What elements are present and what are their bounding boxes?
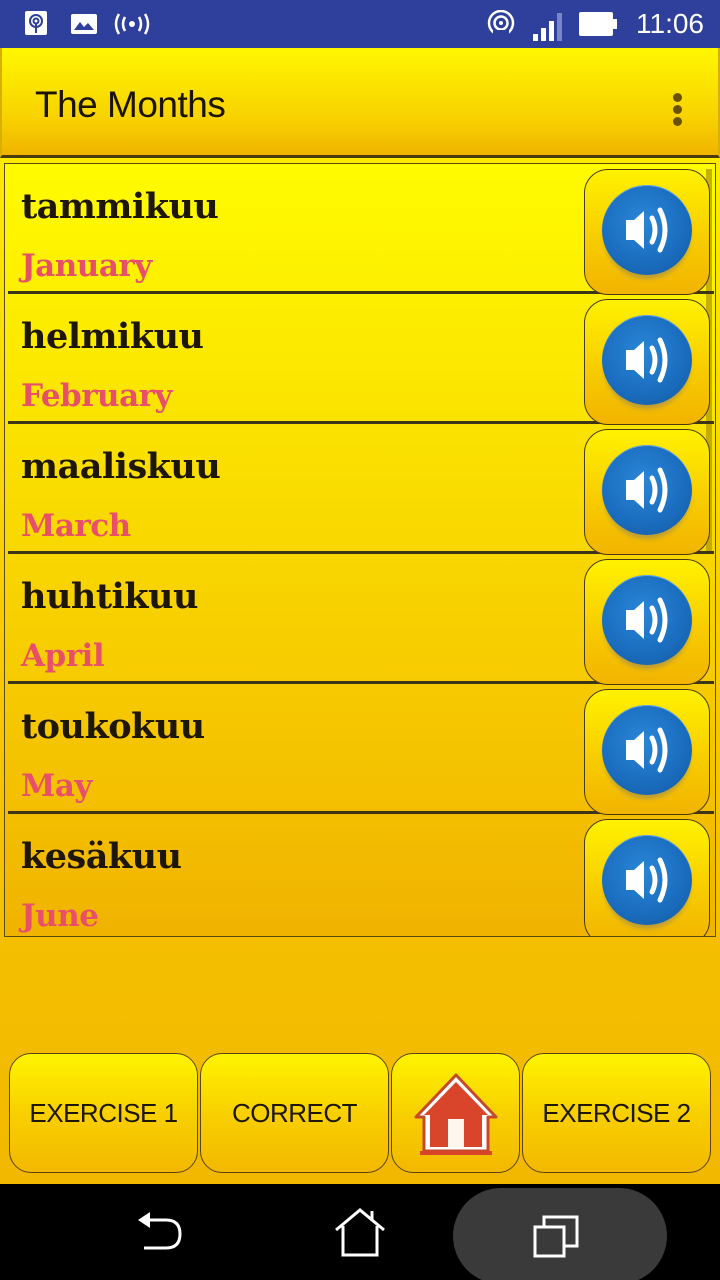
clock: 11:06: [636, 8, 704, 39]
page-title: The Months: [35, 84, 226, 125]
list-item: tammikuu January: [8, 164, 714, 295]
finnish-word: maaliskuu: [21, 446, 221, 487]
play-sound-button[interactable]: [584, 169, 710, 295]
finnish-word: helmikuu: [21, 316, 204, 357]
english-translation: May: [21, 768, 92, 804]
signal-icon: [533, 13, 562, 41]
nfc-icon: [25, 11, 47, 35]
finnish-word: kesäkuu: [21, 836, 182, 877]
speaker-icon: [626, 597, 668, 643]
battery-icon: [579, 12, 617, 36]
speaker-icon: [626, 467, 668, 513]
bottom-toolbar: EXERCISE 1 CORRECT EXERCISE 2: [0, 1051, 720, 1173]
speaker-icon: [626, 337, 668, 383]
image-icon: [71, 14, 97, 34]
play-sound-button[interactable]: [584, 429, 710, 555]
hotspot-icon: [487, 10, 515, 38]
status-bar: 11:06: [0, 0, 720, 48]
list-item: huhtikuu April: [8, 554, 714, 685]
finnish-word: huhtikuu: [21, 576, 198, 617]
english-translation: January: [21, 248, 152, 284]
play-sound-button[interactable]: [584, 689, 710, 815]
app-bar: The Months: [0, 48, 720, 158]
speaker-icon: [626, 727, 668, 773]
system-nav-bar: [0, 1184, 720, 1280]
list-item: maaliskuu March: [8, 424, 714, 555]
play-sound-button[interactable]: [584, 559, 710, 685]
finnish-word: tammikuu: [21, 186, 219, 227]
list-item: kesäkuu June: [8, 814, 714, 936]
home-outline-icon[interactable]: [333, 1208, 387, 1258]
list-item: helmikuu February: [8, 294, 714, 425]
english-translation: April: [21, 638, 105, 674]
app-screen: The Months tammikuu January helmikuu Feb…: [0, 48, 720, 1184]
exercise-2-button[interactable]: EXERCISE 2: [522, 1053, 711, 1173]
speaker-icon: [626, 857, 668, 903]
play-sound-button[interactable]: [584, 299, 710, 425]
list-item: toukokuu May: [8, 684, 714, 815]
broadcast-icon: [114, 13, 150, 35]
correct-button[interactable]: CORRECT: [200, 1053, 389, 1173]
english-translation: June: [21, 898, 99, 934]
month-list[interactable]: tammikuu January helmikuu February maali…: [4, 163, 716, 937]
exercise-1-button[interactable]: EXERCISE 1: [9, 1053, 198, 1173]
english-translation: March: [21, 508, 131, 544]
play-sound-button[interactable]: [584, 819, 710, 936]
english-translation: February: [21, 378, 173, 414]
finnish-word: toukokuu: [21, 706, 205, 747]
more-vert-icon[interactable]: [670, 93, 684, 127]
speaker-icon: [626, 207, 668, 253]
recents-icon[interactable]: [532, 1214, 590, 1258]
back-icon[interactable]: [134, 1210, 186, 1256]
home-icon: [414, 1073, 497, 1155]
home-button[interactable]: [391, 1053, 520, 1173]
